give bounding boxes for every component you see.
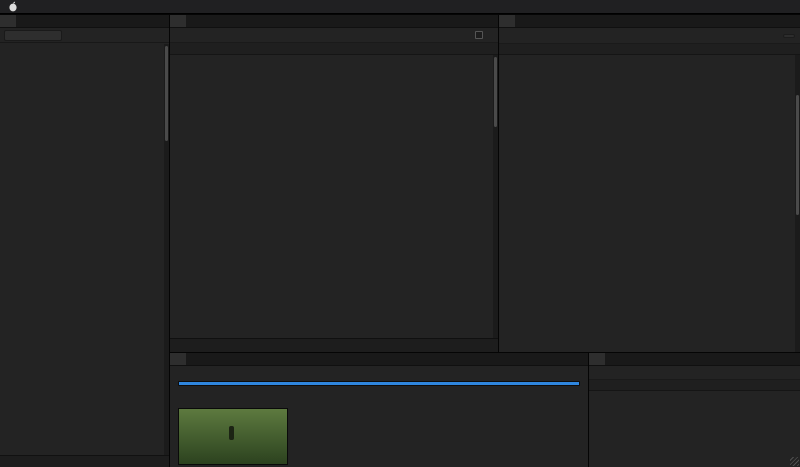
- encoding-progress-fill: [179, 382, 579, 385]
- queue-tabbar: [170, 15, 498, 28]
- encoding-panel: [170, 353, 588, 467]
- media-clip-list: [62, 44, 164, 455]
- apple-menu-icon[interactable]: [8, 1, 18, 12]
- panel-menu-icon[interactable]: [488, 15, 498, 27]
- encoding-tabbar: [170, 353, 588, 366]
- media-scrollbar[interactable]: [164, 44, 169, 455]
- tab-encoding[interactable]: [170, 353, 186, 365]
- resize-grip[interactable]: [790, 457, 799, 466]
- tab-preset-browser[interactable]: [499, 15, 515, 27]
- encoding-details: [296, 408, 580, 465]
- panel-menu-icon[interactable]: [159, 15, 169, 27]
- tab-watch-folders[interactable]: [589, 353, 605, 365]
- preset-row-list: [499, 55, 795, 352]
- queue-column-headers: [170, 43, 498, 55]
- watch-folders-tabbar: [589, 353, 800, 366]
- watch-folders-toolbar: [589, 366, 800, 380]
- media-browser-footer: [0, 455, 169, 467]
- panel-menu-icon[interactable]: [790, 15, 800, 27]
- menubar: [0, 0, 800, 14]
- media-browser-tabbar: [0, 15, 169, 28]
- watch-folders-column-headers: [589, 380, 800, 391]
- preset-browser-tabbar: [499, 15, 800, 28]
- preset-browser-toolbar: [499, 28, 800, 44]
- watch-folders-panel: [589, 353, 800, 467]
- preset-browser-panel: [499, 15, 800, 352]
- tab-media-browser[interactable]: [0, 15, 16, 27]
- media-browser-panel: [0, 15, 169, 467]
- queue-panel: [170, 15, 498, 352]
- preset-column-headers: [499, 44, 800, 55]
- preset-scrollbar[interactable]: [795, 55, 800, 352]
- encoding-progress-bar: [178, 381, 580, 386]
- queue-row-list: [170, 55, 493, 338]
- media-tree: [0, 44, 62, 455]
- media-filter-dropdown[interactable]: [4, 30, 62, 41]
- queue-toolbar: [170, 28, 498, 43]
- media-browser-toolbar: [0, 28, 169, 43]
- output-preview-image: [178, 408, 288, 465]
- renderer-bar: [170, 338, 498, 352]
- auto-encode-checkbox[interactable]: [475, 31, 483, 39]
- panel-menu-icon[interactable]: [578, 353, 588, 365]
- panel-menu-icon[interactable]: [790, 353, 800, 365]
- queue-scrollbar[interactable]: [493, 55, 498, 338]
- tab-queue[interactable]: [170, 15, 186, 27]
- apply-preset-button[interactable]: [783, 34, 795, 38]
